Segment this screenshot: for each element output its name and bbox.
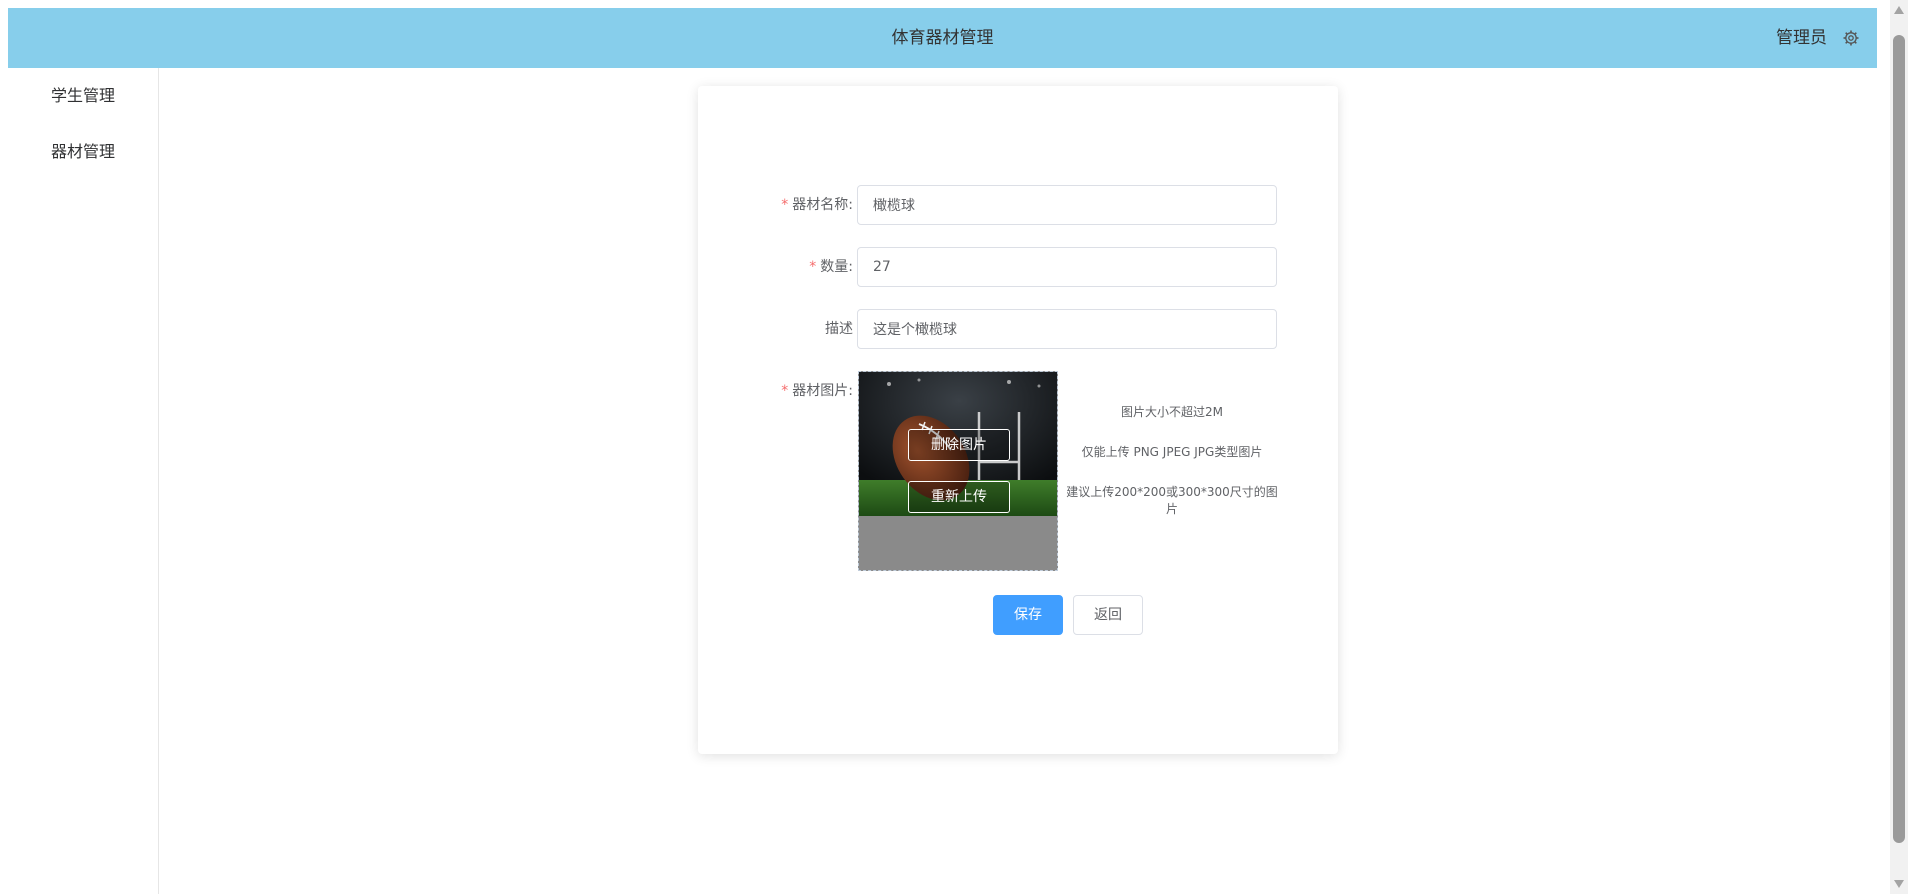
sidebar-menu: 学生管理 器材管理 [8,68,159,894]
equipment-form-card: *器材名称: *数量: 描述 *器材图片: [698,86,1338,754]
app-root: 体育器材管理 管理员 学生管理 器材管理 * 器材名称: 橄榄球 * 数量: 2… [0,0,1908,894]
form-row-image: * 器材图片: 删除图片 重新上传 图片大小不超过2M 仅能上传 PNG JPE… [698,371,1338,571]
back-button[interactable]: 返回 [1073,595,1143,635]
form-actions: 保存 返回 [698,595,1338,635]
image-uploader[interactable]: 删除图片 重新上传 [858,371,1058,571]
image-label-text: 器材图片: [792,383,853,399]
quantity-input[interactable] [857,247,1277,287]
sidebar-item-equipment[interactable]: 器材管理 [8,124,158,180]
header-title: 体育器材管理 [891,28,994,48]
required-mark: * [781,383,789,399]
vertical-scrollbar[interactable] [1890,0,1908,894]
delete-image-button[interactable]: 删除图片 [908,429,1010,461]
quantity-label: * 数量: [809,247,853,287]
name-input[interactable] [857,185,1277,225]
name-label: * 器材名称: [781,185,853,225]
top-header: 体育器材管理 管理员 [8,8,1877,68]
required-mark: * [781,197,789,213]
scroll-down-arrow-icon[interactable] [1894,880,1904,888]
hint-types: 仅能上传 PNG JPEG JPG类型图片 [1081,445,1263,459]
form-row-description: 描述 [698,309,1338,349]
name-label-text: 器材名称: [792,197,853,213]
user-name[interactable]: 管理员 [1776,8,1827,68]
upload-hints: 图片大小不超过2M 仅能上传 PNG JPEG JPG类型图片 建议上传200*… [1066,371,1278,571]
scroll-up-arrow-icon[interactable] [1894,6,1904,14]
reupload-image-button[interactable]: 重新上传 [908,481,1010,513]
form-row-name: * 器材名称: [698,185,1338,225]
hint-size: 图片大小不超过2M [1121,405,1223,419]
gear-icon[interactable] [1843,30,1859,46]
quantity-label-text: 数量: [820,259,853,275]
description-input[interactable] [857,309,1277,349]
scroll-thumb[interactable] [1893,35,1905,843]
description-label: 描述 [825,321,853,337]
save-button[interactable]: 保存 [993,595,1063,635]
hint-dimensions: 建议上传200*200或300*300尺寸的图片 [1066,485,1278,516]
image-label: * 器材图片: [781,371,853,411]
form-row-quantity: * 数量: [698,247,1338,287]
sidebar-item-students[interactable]: 学生管理 [8,68,158,124]
required-mark: * [809,259,817,275]
